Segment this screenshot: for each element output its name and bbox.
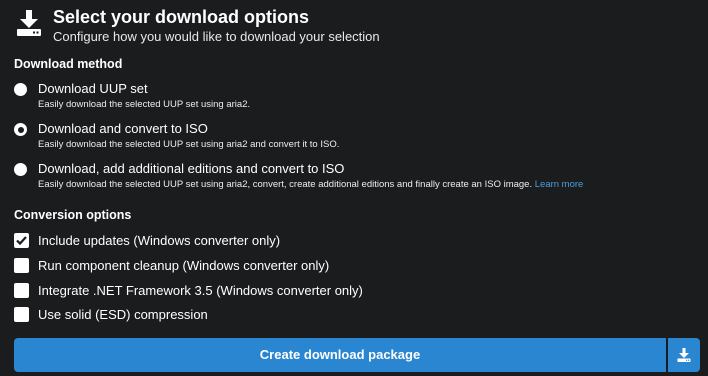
create-package-button-group: Create download package	[14, 338, 700, 372]
download-icon	[16, 10, 42, 36]
option-description: Easily download the selected UUP set usi…	[38, 99, 251, 110]
option-download-convert-iso[interactable]: Download and convert to ISO Easily downl…	[14, 121, 694, 155]
download-button[interactable]	[668, 338, 700, 372]
download-options-panel: Select your download options Configure h…	[0, 0, 708, 376]
create-download-package-button[interactable]: Create download package	[14, 338, 666, 372]
checkbox-label: Run component cleanup (Windows converter…	[38, 258, 330, 273]
option-label: Download UUP set	[38, 81, 148, 96]
checkbox-component-cleanup[interactable]	[14, 258, 29, 273]
radio-download-uup-set[interactable]	[14, 83, 27, 96]
option-description: Easily download the selected UUP set usi…	[38, 179, 583, 190]
download-icon	[677, 348, 691, 362]
checkbox-include-updates[interactable]	[14, 233, 29, 248]
radio-download-convert-iso[interactable]	[14, 123, 27, 136]
checkbox-row-include-updates[interactable]: Include updates (Windows converter only)	[14, 233, 694, 251]
option-label: Download and convert to ISO	[38, 121, 208, 136]
option-label: Download, add additional editions and co…	[38, 161, 345, 176]
conversion-options-heading: Conversion options	[14, 208, 132, 222]
radio-download-editions-iso[interactable]	[14, 163, 27, 176]
download-method-heading: Download method	[14, 57, 123, 71]
checkbox-row-component-cleanup[interactable]: Run component cleanup (Windows converter…	[14, 258, 694, 276]
option-description: Easily download the selected UUP set usi…	[38, 139, 340, 150]
option-description-text: Easily download the selected UUP set usi…	[38, 179, 533, 190]
option-download-editions-iso[interactable]: Download, add additional editions and co…	[14, 161, 694, 195]
page-title: Select your download options	[53, 7, 310, 27]
checkbox-label: Use solid (ESD) compression	[38, 307, 208, 322]
checkbox-label: Include updates (Windows converter only)	[38, 233, 281, 248]
checkbox-row-solid-esd[interactable]: Use solid (ESD) compression	[14, 307, 694, 325]
checkbox-label: Integrate .NET Framework 3.5 (Windows co…	[38, 283, 363, 298]
option-download-uup-set[interactable]: Download UUP set Easily download the sel…	[14, 81, 694, 115]
checkbox-row-integrate-netfx[interactable]: Integrate .NET Framework 3.5 (Windows co…	[14, 283, 694, 301]
checkmark-icon	[16, 236, 27, 246]
learn-more-link[interactable]: Learn more	[535, 179, 584, 190]
header: Select your download options Configure h…	[14, 6, 694, 46]
page-subtitle: Configure how you would like to download…	[53, 29, 380, 44]
checkbox-integrate-netfx[interactable]	[14, 283, 29, 298]
checkbox-solid-esd[interactable]	[14, 307, 29, 322]
